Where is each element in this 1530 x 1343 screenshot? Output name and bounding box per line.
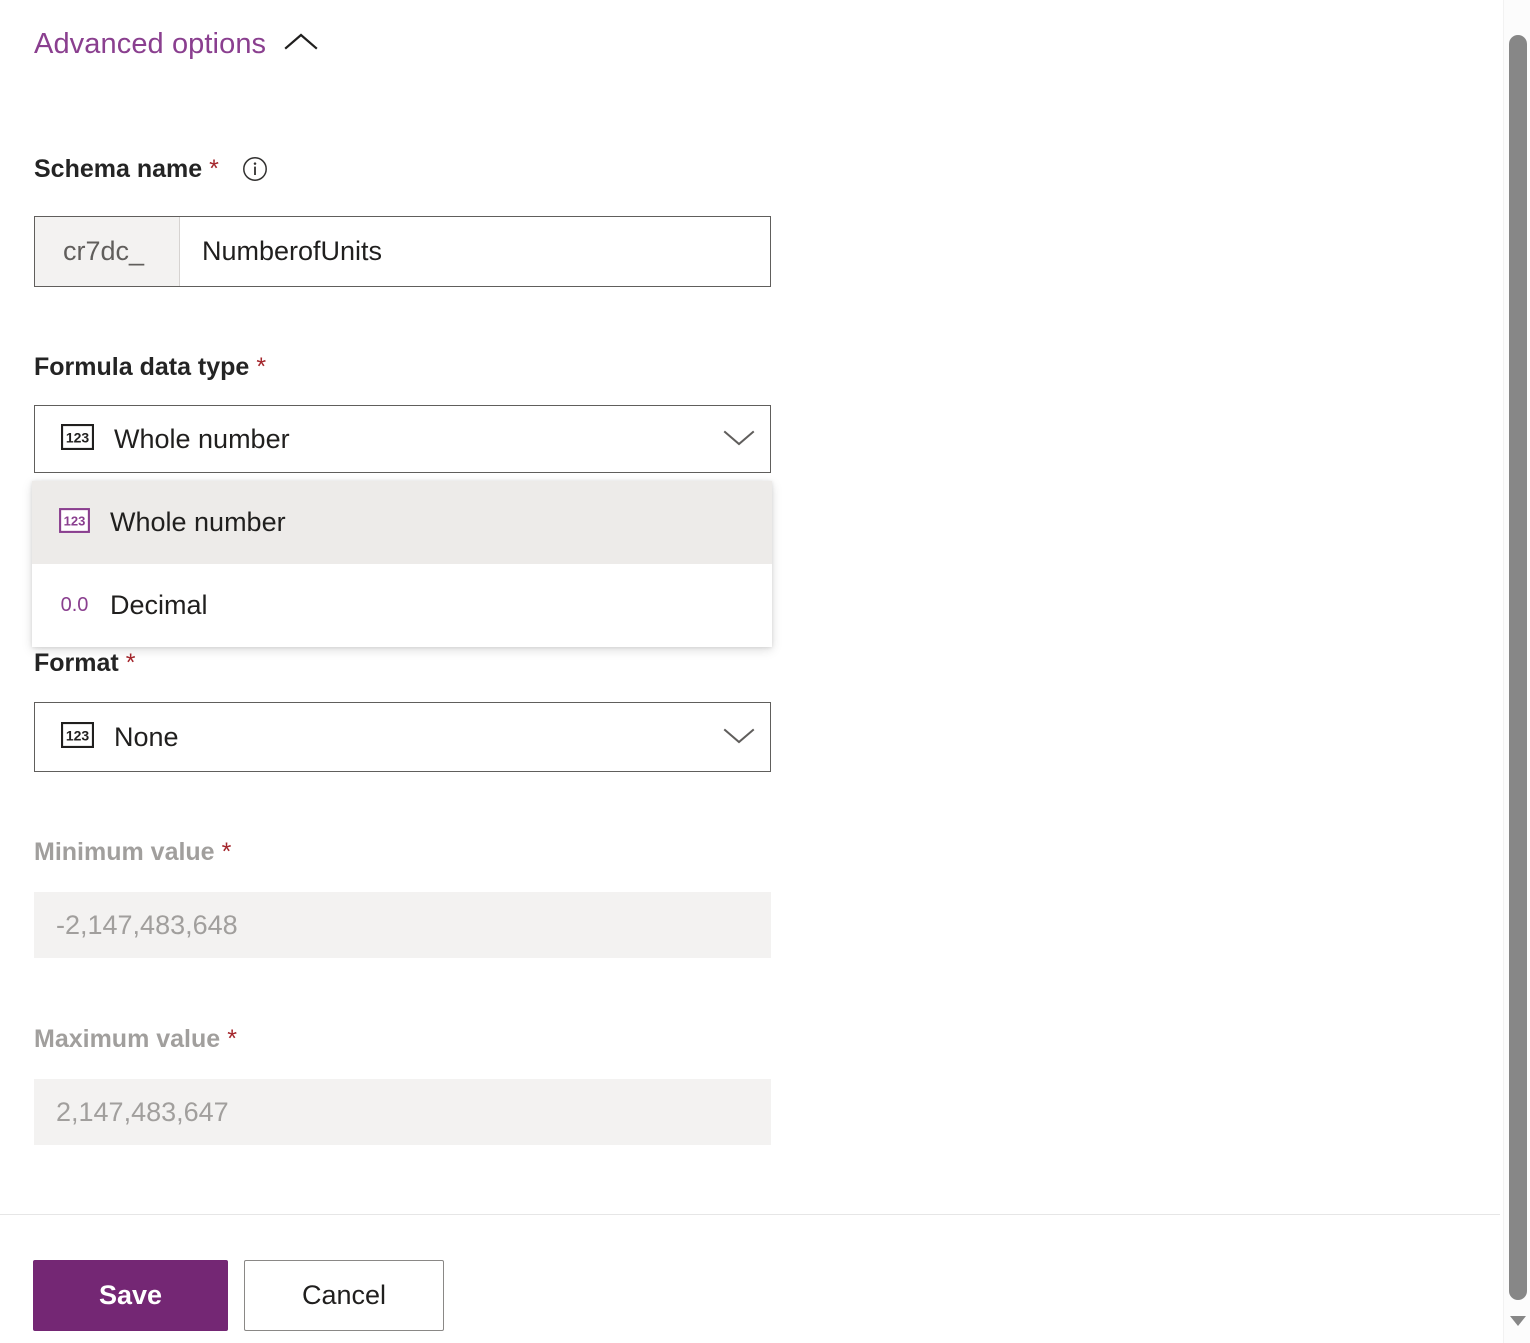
svg-text:123: 123 (64, 513, 86, 528)
formula-data-type-label: Formula data type * (34, 355, 266, 380)
required-asterisk: * (209, 157, 219, 182)
format-value: None (114, 724, 722, 751)
format-dropdown[interactable]: 123 None (34, 702, 771, 772)
required-asterisk: * (227, 1027, 237, 1052)
scrollbar-thumb[interactable] (1509, 35, 1527, 1300)
menu-item-decimal[interactable]: 0.0 Decimal (32, 564, 772, 647)
menu-item-label: Decimal (110, 592, 208, 619)
schema-name-label: Schema name * (34, 155, 269, 183)
advanced-options-label: Advanced options (34, 30, 266, 59)
advanced-options-toggle[interactable]: Advanced options (34, 30, 318, 59)
maximum-value-label-text: Maximum value (34, 1027, 220, 1052)
whole-number-icon: 123 (61, 722, 94, 753)
schema-name-prefix: cr7dc_ (35, 217, 180, 286)
minimum-value-label: Minimum value * (34, 840, 231, 865)
form-content: Advanced options Schema name * cr7dc_ (0, 0, 1500, 1196)
formula-data-type-label-text: Formula data type (34, 355, 249, 380)
vertical-scrollbar[interactable] (1503, 0, 1530, 1343)
formula-data-type-value: Whole number (114, 426, 722, 453)
menu-item-whole-number[interactable]: 123 Whole number (32, 481, 772, 564)
whole-number-icon: 123 (59, 508, 90, 538)
whole-number-icon: 123 (61, 424, 94, 455)
required-asterisk: * (256, 355, 266, 380)
formula-data-type-menu: 123 Whole number 0.0 Decimal (32, 481, 772, 647)
format-label-text: Format (34, 651, 119, 676)
decimal-icon: 0.0 (59, 591, 90, 621)
maximum-value-label: Maximum value * (34, 1027, 237, 1052)
schema-name-input[interactable] (180, 217, 770, 286)
cancel-button[interactable]: Cancel (244, 1260, 444, 1331)
chevron-down-icon[interactable] (722, 426, 756, 453)
minimum-value-input (34, 892, 771, 958)
formula-data-type-dropdown[interactable]: 123 Whole number (34, 405, 771, 473)
maximum-value-input (34, 1079, 771, 1145)
required-asterisk: * (222, 840, 232, 865)
chevron-down-icon[interactable] (722, 724, 756, 751)
schema-name-field[interactable]: cr7dc_ (34, 216, 771, 287)
minimum-value-label-text: Minimum value (34, 840, 215, 865)
chevron-up-icon (284, 31, 318, 58)
save-button[interactable]: Save (33, 1260, 228, 1331)
svg-text:123: 123 (66, 429, 90, 445)
required-asterisk: * (126, 651, 136, 676)
svg-text:0.0: 0.0 (61, 594, 89, 616)
schema-name-label-text: Schema name (34, 157, 202, 182)
format-label: Format * (34, 651, 135, 676)
svg-text:123: 123 (66, 727, 90, 743)
menu-item-label: Whole number (110, 509, 286, 536)
scroll-down-arrow-icon[interactable] (1510, 1316, 1526, 1326)
info-icon[interactable] (241, 155, 269, 183)
footer-actions: Save Cancel (0, 1215, 1500, 1343)
advanced-options-panel: Advanced options Schema name * cr7dc_ (0, 0, 1500, 1343)
